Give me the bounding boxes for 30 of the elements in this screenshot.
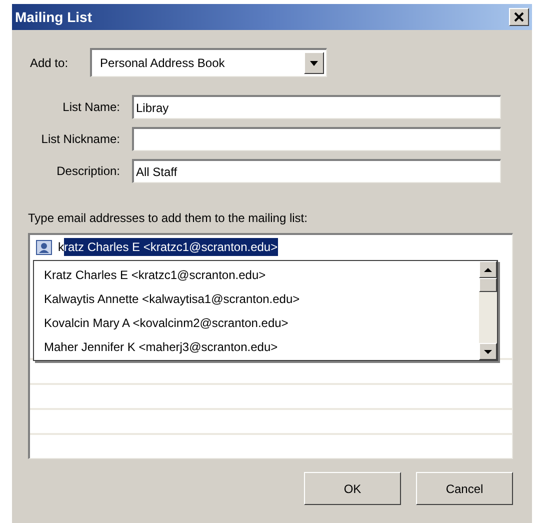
scroll-up-button[interactable]: [479, 261, 497, 278]
suggestion-item[interactable]: Kovalcin Mary A <kovalcinm2@scranton.edu>: [34, 311, 479, 335]
suggestion-item[interactable]: Maher Jennifer K <maherj3@scranton.edu>: [34, 335, 479, 359]
scrollbar[interactable]: [479, 261, 497, 360]
field-label: Description:: [56, 163, 121, 180]
dialog-button[interactable]: Cancel: [416, 472, 513, 505]
contact-card-icon: [36, 240, 52, 254]
dialog-button[interactable]: OK: [304, 472, 401, 505]
autocomplete-text: ratz Charles E <kratzc1@scranton.edu>: [64, 238, 278, 256]
scroll-thumb[interactable]: [479, 278, 497, 292]
scroll-down-button[interactable]: [479, 343, 497, 360]
text-field[interactable]: All Staff: [132, 159, 501, 183]
suggestion-item[interactable]: Kalwaytis Annette <kalwaytisa1@scranton.edu>: [34, 287, 479, 311]
add-to-label: Add to:: [30, 54, 68, 72]
typed-text: k: [58, 239, 64, 256]
address-list[interactable]: [28, 233, 513, 459]
close-button[interactable]: [509, 8, 529, 26]
field-label: List Nickname:: [40, 131, 121, 148]
down-arrow-icon: [484, 350, 492, 354]
up-arrow-icon: [484, 268, 492, 272]
instruction-text: Type email addresses to add them to the mailing list:: [28, 210, 308, 227]
caret-icon: [310, 60, 318, 66]
suggestion-item[interactable]: Kratz Charles E <kratzc1@scranton.edu>: [34, 263, 479, 287]
dropdown-button[interactable]: [304, 52, 324, 74]
address-book-dropdown[interactable]: Personal Address Book: [90, 48, 328, 77]
text-field[interactable]: Libray: [132, 95, 501, 119]
close-icon: [514, 12, 524, 22]
window-title: Mailing List: [15, 8, 92, 27]
text-field[interactable]: [132, 127, 501, 151]
field-label: List Name:: [62, 99, 121, 116]
